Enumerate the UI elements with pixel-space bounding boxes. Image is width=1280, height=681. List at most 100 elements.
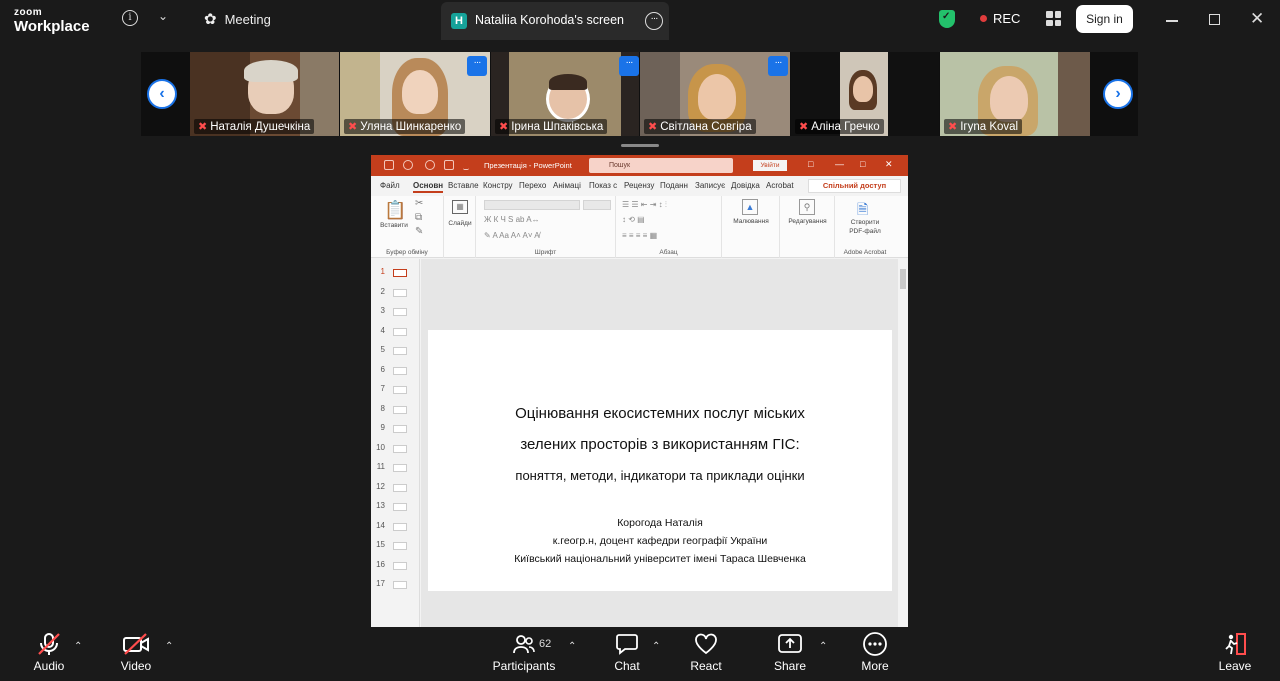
more-label: More — [861, 659, 889, 673]
video-tile[interactable]: ··· ✖ Уляна Шинкаренко — [340, 52, 490, 136]
font-style-icons: Ж К Ч S ab A↔ — [484, 215, 540, 224]
close-icon[interactable]: ✕ — [1250, 9, 1264, 29]
slide-thumbnail: 4 — [371, 324, 420, 339]
video-button[interactable]: Video — [112, 627, 160, 681]
info-icon[interactable]: i — [122, 10, 138, 26]
slide-title-line1: Оцінювання екосистемних послуг міських — [515, 405, 805, 422]
meeting-menu[interactable]: ✿ Meeting — [204, 10, 271, 28]
shared-screen-tab[interactable]: H Nataliia Korohoda's screen ··· — [441, 2, 669, 40]
mic-muted-icon — [25, 627, 73, 661]
ppt-doc-title: Презентація - PowerPoint — [484, 161, 572, 170]
slide-thumbnail: 13 — [371, 499, 420, 514]
chat-button[interactable]: Chat — [606, 627, 648, 681]
ppt-minimize-icon: — — [835, 159, 844, 169]
react-label: React — [690, 659, 722, 673]
minimize-icon[interactable] — [1166, 20, 1178, 22]
ppt-tab: Записує — [695, 181, 726, 190]
ppt-tab: Перехо — [519, 181, 547, 190]
font-color-icons: ✎ A Aa A˄ A˅ A̸ — [484, 231, 540, 240]
ppt-tab: Файл — [380, 181, 400, 190]
recording-indicator[interactable]: REC — [980, 11, 1020, 26]
ppt-group-clipboard: 📋 Вставити ✂ ⧉ ✎ Буфер обміну — [371, 196, 444, 258]
slide-thumbnail: 2 — [371, 285, 420, 300]
mic-muted-icon: ✖ — [799, 121, 809, 133]
slide-thumbnail: 5 — [371, 343, 420, 358]
create-pdf-label-2: PDF-файл — [849, 228, 881, 235]
ppt-tab: Поданн — [660, 181, 688, 190]
video-options-caret[interactable]: ⌃ — [165, 641, 173, 652]
camera-off-icon — [112, 627, 160, 661]
slide-title-line2: зелених просторів з використанням ГІС: — [520, 436, 800, 453]
ppt-group-editing: ⚲ Редагування — [780, 196, 835, 258]
share-options-caret[interactable]: ⌃ — [819, 641, 827, 652]
ppt-group-font: Ж К Ч S ab A↔ ✎ A Aa A˄ A˅ A̸ Шрифт — [476, 196, 616, 258]
mic-muted-icon: ✖ — [648, 121, 658, 133]
ppt-group-slides: ▦ Слайди — [444, 196, 476, 258]
participants-options-caret[interactable]: ⌃ — [568, 641, 576, 652]
audio-options-caret[interactable]: ⌃ — [74, 641, 82, 652]
strip-prev-button[interactable]: ‹ — [147, 79, 177, 109]
video-tile[interactable]: ··· ✖ Світлана Совгіра — [640, 52, 790, 136]
format-painter-icon: ✎ — [415, 226, 424, 237]
audio-button[interactable]: Audio — [25, 627, 73, 681]
chat-options-caret[interactable]: ⌃ — [652, 641, 660, 652]
direction-icons: ↕ ⟲ ▤ — [622, 215, 645, 224]
current-slide: Оцінювання екосистемних послуг міських з… — [428, 330, 892, 591]
slide-thumbnail: 11 — [371, 460, 420, 475]
maximize-icon[interactable] — [1209, 14, 1220, 25]
share-label: Share — [773, 659, 807, 673]
participant-name-tag: ✖ Аліна Гречко — [795, 119, 884, 134]
slide-thumbnail: 7 — [371, 382, 420, 397]
zoom-logo: zoom Workplace — [14, 8, 90, 35]
share-screen-icon — [769, 627, 811, 661]
customize-icon — [463, 160, 469, 170]
slide-university: Київський національний університет імені… — [514, 553, 806, 565]
slide-thumbnail: 16 — [371, 558, 420, 573]
strip-next-button[interactable]: › — [1103, 79, 1133, 109]
participants-count: 62 — [539, 638, 552, 650]
ppt-tab: Acrobat — [766, 181, 794, 190]
tile-more-icon[interactable]: ··· — [619, 56, 639, 76]
ppt-scrollbar — [898, 259, 908, 627]
logo-line2: Workplace — [14, 18, 90, 35]
video-tile[interactable]: ✖ Ігуna Koval — [940, 52, 1090, 136]
ppt-tab: Констру — [483, 181, 513, 190]
slide-thumbnail: 6 — [371, 363, 420, 378]
undo-icon — [403, 160, 413, 170]
redo-icon — [425, 160, 435, 170]
screen-tab-badge: H — [451, 13, 467, 29]
ppt-search-box: Пошук — [589, 158, 733, 173]
ppt-group-drawing: ▲ Малювання — [722, 196, 780, 258]
drag-handle[interactable] — [621, 144, 659, 147]
ppt-ribbon: 📋 Вставити ✂ ⧉ ✎ Буфер обміну ▦ Слайди Ж… — [371, 196, 908, 258]
participants-button[interactable]: Participants — [492, 627, 556, 681]
tile-more-icon[interactable]: ··· — [768, 56, 788, 76]
video-tile[interactable]: ✖ Аліна Гречко — [791, 52, 939, 136]
slide-thumbnail: 8 — [371, 402, 420, 417]
audio-label: Audio — [33, 659, 65, 673]
leave-button[interactable]: Leave — [1214, 627, 1256, 681]
shield-icon[interactable]: ✓ — [939, 10, 955, 28]
record-dot-icon — [980, 15, 987, 22]
ppt-tab-active: Основн — [413, 181, 444, 193]
mic-muted-icon: ✖ — [348, 121, 358, 133]
tile-more-icon[interactable]: ··· — [467, 56, 487, 76]
participants-label: Participants — [492, 659, 556, 673]
slide-thumbnail: 9 — [371, 421, 420, 436]
video-tile[interactable]: ··· ✖ Ірина Шпаківська — [491, 52, 639, 136]
react-button[interactable]: React — [686, 627, 726, 681]
clipboard-caption: Буфер обміну — [386, 249, 428, 256]
more-button[interactable]: More — [855, 627, 895, 681]
chat-icon — [606, 627, 648, 661]
find-icon: ⚲ — [799, 199, 815, 215]
participant-name-tag: ✖ Світлана Совгіра — [644, 119, 756, 134]
meeting-label: Meeting — [224, 11, 271, 27]
view-grid-icon[interactable] — [1046, 11, 1061, 26]
chevron-down-icon[interactable]: ⌄ — [158, 9, 168, 23]
sign-in-button[interactable]: Sign in — [1076, 5, 1133, 33]
more-options-icon[interactable]: ··· — [645, 12, 663, 30]
share-button[interactable]: Share — [769, 627, 811, 681]
more-icon — [855, 627, 895, 661]
video-tile[interactable]: ✖ Наталія Душечкіна — [190, 52, 339, 136]
list-icons: ☰ ☰ ⇤ ⇥ ↕ ⫶ — [622, 200, 667, 209]
